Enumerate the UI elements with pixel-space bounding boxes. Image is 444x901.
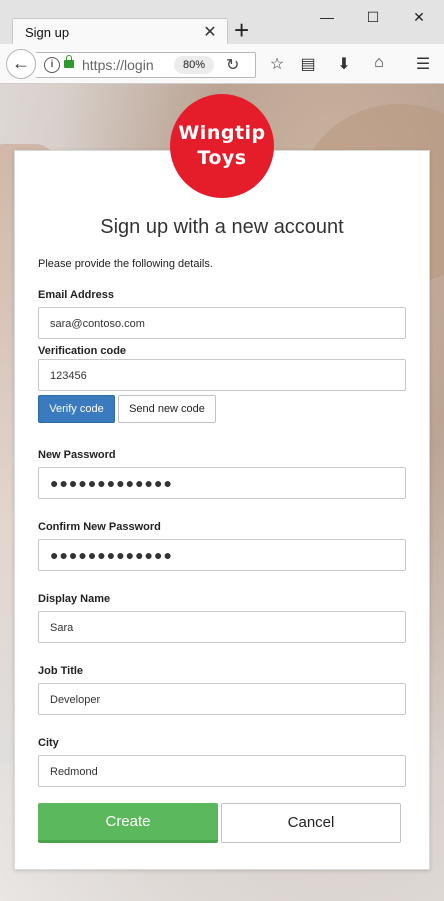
verification-code-field[interactable]: 123456 [38, 359, 406, 391]
reload-icon[interactable]: ↻ [226, 55, 239, 75]
verify-code-button[interactable]: Verify code [38, 395, 115, 423]
create-button[interactable]: Create [38, 803, 218, 843]
url-text[interactable]: https://login [82, 57, 164, 73]
cancel-button[interactable]: Cancel [221, 803, 401, 843]
logo-line-1: Wingtip [178, 122, 266, 144]
wingtip-toys-logo: Wingtip Toys [170, 94, 274, 198]
minimize-icon[interactable]: — [312, 6, 342, 28]
browser-titlebar: Sign up ✕ + — ☐ ✕ [0, 0, 444, 48]
new-password-label: New Password [38, 449, 116, 461]
city-label: City [38, 737, 59, 749]
lock-icon[interactable] [64, 55, 74, 68]
new-password-field[interactable]: ●●●●●●●●●●●●● [38, 467, 406, 499]
browser-toolbar: ← i https://login 80% ↻ ☆ ▤ ⬇ ⌂ ☰ [0, 44, 444, 84]
page-background: Wingtip Toys Sign up with a new account … [0, 84, 444, 901]
city-field[interactable]: Redmond [38, 755, 406, 787]
download-icon[interactable]: ⬇ [333, 54, 355, 74]
back-arrow-icon[interactable]: ← [6, 49, 36, 79]
email-field[interactable]: sara@contoso.com [38, 307, 406, 339]
confirm-password-label: Confirm New Password [38, 521, 161, 533]
confirm-password-field[interactable]: ●●●●●●●●●●●●● [38, 539, 406, 571]
close-icon[interactable]: ✕ [201, 22, 219, 42]
menu-icon[interactable]: ☰ [412, 54, 434, 74]
window-close-icon[interactable]: ✕ [404, 6, 434, 28]
job-title-field[interactable]: Developer [38, 683, 406, 715]
home-icon[interactable]: ⌂ [368, 54, 390, 72]
bookmark-star-icon[interactable]: ☆ [266, 54, 288, 74]
address-bar[interactable]: i https://login 80% ↻ [36, 52, 256, 78]
email-label: Email Address [38, 289, 115, 301]
display-name-field[interactable]: Sara [38, 611, 406, 643]
maximize-icon[interactable]: ☐ [358, 6, 388, 28]
page-title: Sign up with a new account [100, 216, 344, 238]
logo-line-2: Toys [197, 147, 247, 169]
display-name-label: Display Name [38, 593, 111, 605]
send-new-code-button[interactable]: Send new code [118, 395, 216, 423]
tab-title: Sign up [25, 25, 70, 40]
verification-code-label: Verification code [38, 345, 127, 357]
job-title-label: Job Title [38, 665, 84, 677]
reader-list-icon[interactable]: ▤ [297, 54, 319, 74]
info-icon[interactable]: i [44, 57, 60, 73]
intro-text: Please provide the following details. [38, 258, 213, 270]
plus-icon[interactable]: + [234, 17, 249, 43]
zoom-level[interactable]: 80% [174, 56, 214, 74]
